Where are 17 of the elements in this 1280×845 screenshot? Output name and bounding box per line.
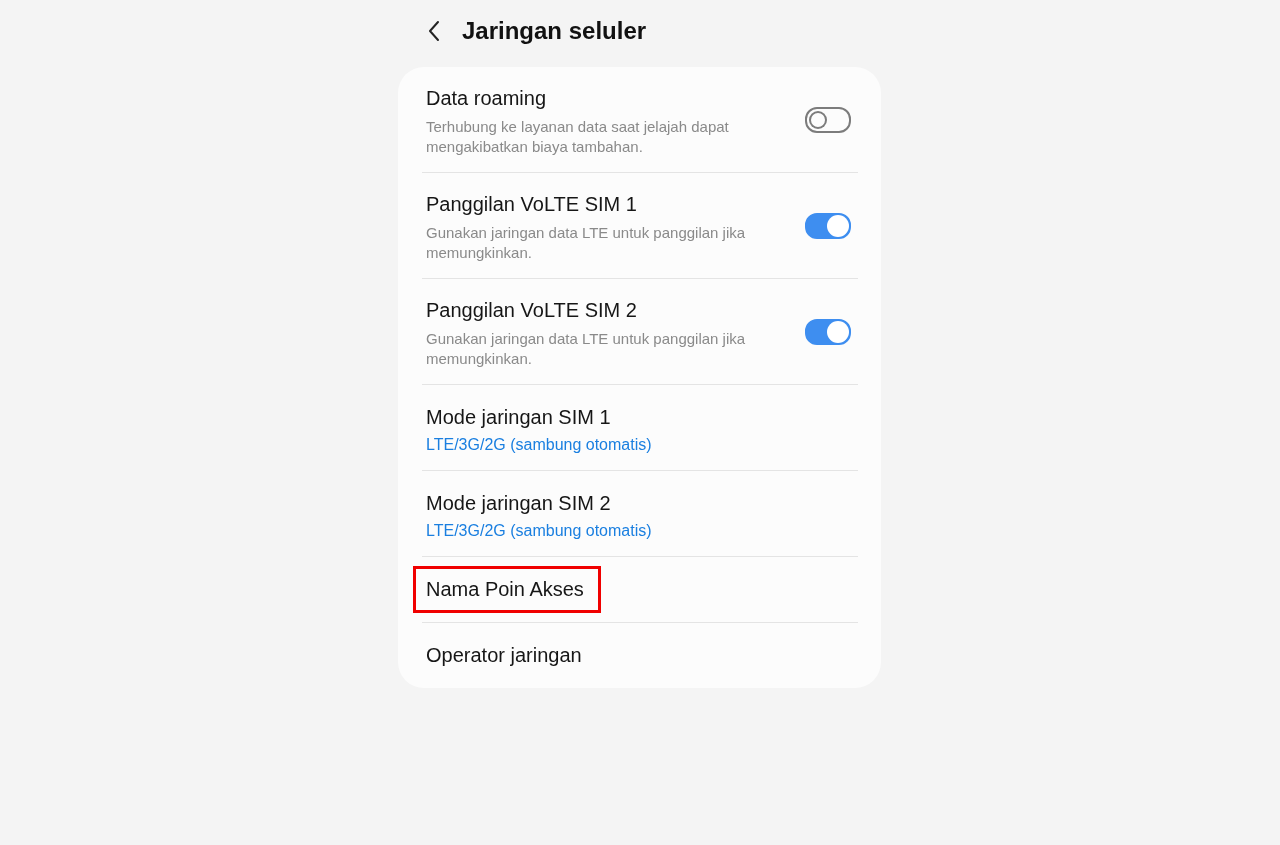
setting-description: Gunakan jaringan data LTE untuk panggilan jika memungkinkan. <box>426 328 747 369</box>
setting-title[interactable]: Mode jaringan SIM 1 <box>426 401 611 433</box>
setting-value: LTE/3G/2G (sambung otomatis) <box>426 521 653 540</box>
setting-description: Terhubung ke layanan data saat jelajah dapat mengakibatkan biaya tambahan. <box>426 116 730 157</box>
setting-title[interactable]: Panggilan VoLTE SIM 1 <box>426 188 637 220</box>
setting-title[interactable]: Operator jaringan <box>426 640 582 671</box>
setting-value: LTE/3G/2G (sambung otomatis) <box>426 435 653 454</box>
setting-title[interactable]: Mode jaringan SIM 2 <box>426 487 611 519</box>
setting-description: Gunakan jaringan data LTE untuk panggilan jika memungkinkan. <box>426 222 747 263</box>
toggle-switch[interactable] <box>805 212 851 239</box>
setting-title[interactable]: Panggilan VoLTE SIM 2 <box>426 294 637 326</box>
setting-title[interactable]: Nama Poin Akses <box>416 569 598 610</box>
toggle-switch[interactable] <box>805 318 851 345</box>
screen-title: Jaringan seluler <box>462 17 647 45</box>
back-icon[interactable] <box>428 20 440 42</box>
toggle-switch[interactable] <box>805 106 851 133</box>
setting-title[interactable]: Data roaming <box>426 82 547 114</box>
